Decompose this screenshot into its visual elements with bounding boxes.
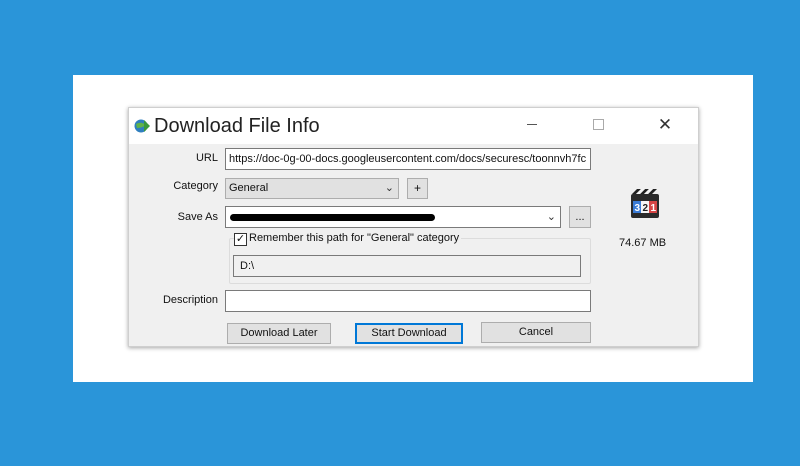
description-field[interactable] — [225, 290, 591, 312]
remember-path-checkbox[interactable]: ✓ — [234, 233, 247, 246]
chevron-down-icon: ⌄ — [384, 182, 394, 194]
remember-path-field: D:\ — [233, 255, 581, 277]
window-title: Download File Info — [154, 115, 320, 137]
file-size: 74.67 MB — [619, 237, 667, 249]
save-as-combo[interactable]: ⌄ — [225, 206, 561, 228]
remember-path-label[interactable]: Remember this path for "General" categor… — [247, 232, 462, 244]
svg-text:3: 3 — [635, 203, 641, 214]
close-icon: ✕ — [657, 115, 673, 134]
maximize-button[interactable] — [584, 114, 612, 136]
redaction-bar — [230, 214, 435, 221]
svg-text:2: 2 — [643, 203, 649, 214]
app-globe-icon — [134, 119, 150, 133]
start-download-button[interactable]: Start Download — [355, 323, 463, 344]
description-label: Description — [162, 294, 218, 306]
add-category-button[interactable]: + — [407, 178, 428, 199]
minimize-button[interactable] — [518, 114, 546, 136]
chevron-down-icon: ⌄ — [546, 211, 556, 223]
close-button[interactable]: ✕ — [651, 114, 679, 136]
svg-text:1: 1 — [651, 203, 657, 214]
url-field[interactable]: https://doc-0g-00-docs.googleusercontent… — [225, 148, 591, 170]
save-as-label: Save As — [177, 211, 218, 223]
checkmark-icon: ✓ — [235, 233, 246, 245]
category-label: Category — [173, 180, 218, 192]
download-later-button[interactable]: Download Later — [227, 323, 331, 344]
url-label: URL — [195, 152, 218, 164]
minimize-icon — [527, 124, 537, 126]
browse-button[interactable]: ... — [569, 206, 591, 228]
category-select[interactable]: General ⌄ — [225, 178, 399, 199]
maximize-icon — [592, 119, 604, 131]
category-value: General — [229, 182, 269, 194]
title-bar[interactable]: Download File Info ✕ — [129, 108, 698, 144]
cancel-button[interactable]: Cancel — [481, 322, 591, 343]
media-player-321-icon: 3 2 1 — [631, 189, 659, 218]
download-file-info-dialog: Download File Info ✕ URL https://doc-0g-… — [128, 107, 699, 347]
